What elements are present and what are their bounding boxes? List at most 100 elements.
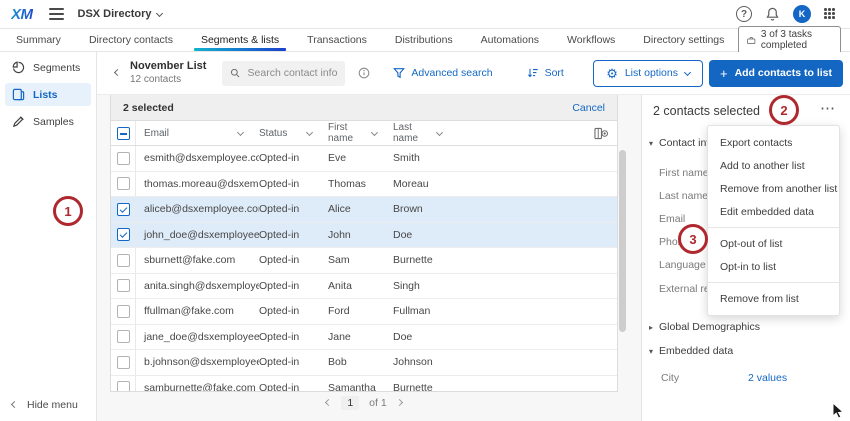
context-menu-item[interactable]: Opt-in to list [708,255,839,278]
row-checkbox[interactable] [117,254,130,267]
cell-status: Opted-in [259,203,328,215]
row-checkbox[interactable] [117,356,130,369]
vertical-scrollbar[interactable] [619,150,626,332]
hide-menu-label: Hide menu [27,399,78,411]
mouse-cursor [832,402,845,418]
app-grid-icon[interactable] [824,8,836,20]
table-row[interactable]: esmith@dsxemployee.com Opted-in Eve Smit… [111,146,617,172]
cell-first-name: Bob [328,356,393,368]
sort-button[interactable]: Sort [527,67,564,79]
chevron-down-icon[interactable] [237,128,244,135]
table-row[interactable]: b.johnson@dsxemployee.... Opted-in Bob J… [111,350,617,376]
nav-tab[interactable]: Distributions [381,29,467,51]
context-menu-item[interactable]: Export contacts [708,131,839,154]
hamburger-menu-icon[interactable] [49,8,64,20]
cell-status: Opted-in [259,178,328,190]
nav-tab[interactable]: Directory settings [629,29,738,51]
nav-tab[interactable]: Directory contacts [75,29,187,51]
table-row[interactable]: aliceb@dsxemployee.com Opted-in Alice Br… [111,197,617,223]
nav-tab[interactable]: Workflows [553,29,629,51]
context-menu-item[interactable]: Edit embedded data [708,200,839,223]
cell-email: ffullman@fake.com [136,305,259,317]
info-icon[interactable] [358,67,370,79]
row-checkbox[interactable] [117,152,130,165]
cancel-selection-button[interactable]: Cancel [572,102,605,114]
row-checkbox[interactable] [117,228,130,241]
list-options-label: List options [625,67,678,79]
global-demographics-section-toggle[interactable]: ▸ Global Demographics [649,321,760,333]
context-menu-item[interactable]: Add to another list [708,154,839,177]
cell-first-name: Anita [328,280,393,292]
gear-icon: ⚙ [606,67,618,80]
row-checkbox[interactable] [117,203,130,216]
table-row[interactable]: jane_doe@dsxemployee.... Opted-in Jane D… [111,325,617,351]
user-avatar[interactable]: K [793,5,811,23]
search-input[interactable]: Search contact info [222,61,345,86]
plus-icon: + [720,67,728,80]
table-row[interactable]: ffullman@fake.com Opted-in Ford Fullman [111,299,617,325]
cell-last-name: Moreau [393,178,458,190]
context-menu-item[interactable]: Remove from list [708,287,839,310]
add-contacts-button[interactable]: + Add contacts to list [709,60,843,87]
row-checkbox[interactable] [117,305,130,318]
cell-last-name: Doe [393,229,458,241]
hide-menu-button[interactable]: Hide menu [12,399,78,411]
nav-tab[interactable]: Summary [2,29,75,51]
back-button[interactable] [114,68,121,75]
previous-page-icon[interactable] [325,398,332,405]
cell-last-name: Burnette [393,382,458,392]
add-column-icon[interactable] [594,127,608,140]
row-checkbox[interactable] [117,279,130,292]
table-row[interactable]: samburnette@fake.com Opted-in Samantha B… [111,376,617,393]
column-header-last-name[interactable]: Last name [393,122,437,144]
cell-status: Opted-in [259,254,328,266]
panel-title: 2 contacts selected [653,104,760,118]
notifications-bell-icon[interactable] [765,6,780,22]
triangle-down-icon: ▾ [649,347,653,356]
sidebar-item-lists[interactable]: Lists [5,83,91,106]
list-options-button[interactable]: ⚙ List options [593,60,703,87]
table-row[interactable]: thomas.moreau@dsxempl... Opted-in Thomas… [111,172,617,198]
row-checkbox[interactable] [117,177,130,190]
next-page-icon[interactable] [396,398,403,405]
column-header-email[interactable]: Email [144,128,169,139]
table-row[interactable]: sburnett@fake.com Opted-in Sam Burnette [111,248,617,274]
contacts-table: 2 selected Cancel Email Status First nam… [110,95,618,392]
contact-info-section-toggle[interactable]: ▾ Contact info [649,137,715,149]
row-checkbox[interactable] [117,330,130,343]
annotation-circle-2: 2 [769,95,799,125]
table-row[interactable]: anita.singh@dsxemployee... Opted-in Anit… [111,274,617,300]
sidebar-item-segments[interactable]: Segments [5,56,91,79]
cell-last-name: Smith [393,152,458,164]
context-menu-item[interactable]: Opt-out of list [708,232,839,255]
cell-last-name: Fullman [393,305,458,317]
current-page[interactable]: 1 [341,396,359,410]
row-checkbox[interactable] [117,381,130,392]
xm-logo: XM [11,6,33,23]
chevron-down-icon[interactable] [371,129,378,136]
sidebar-item-label: Samples [33,116,74,128]
cell-email: esmith@dsxemployee.com [136,152,259,164]
sidebar-item-samples[interactable]: Samples [5,110,91,133]
chevron-down-icon[interactable] [436,129,443,136]
context-menu-item[interactable]: Remove from another list [708,177,839,200]
embedded-data-section-toggle[interactable]: ▾ Embedded data [649,345,733,357]
directory-selector[interactable]: DSX Directory [78,8,163,20]
help-icon[interactable]: ? [736,6,752,22]
column-header-first-name[interactable]: First name [328,122,372,144]
tasks-completed-badge[interactable]: 3 of 3 tasks completed [738,26,841,54]
nav-tab[interactable]: Transactions [293,29,381,51]
chevron-down-icon[interactable] [306,128,313,135]
more-options-icon[interactable]: ⋯ [820,99,836,117]
nav-tab[interactable]: Automations [467,29,553,51]
cell-email: sburnett@fake.com [136,254,259,266]
embedded-field-value-link[interactable]: 2 values [748,372,787,384]
cell-first-name: John [328,229,393,241]
cell-email: aliceb@dsxemployee.com [136,203,259,215]
cell-status: Opted-in [259,305,328,317]
advanced-search-button[interactable]: Advanced search [393,67,492,79]
column-header-status[interactable]: Status [259,128,287,139]
nav-tab[interactable]: Segments & lists [187,29,293,51]
table-row[interactable]: john_doe@dsxemployee.... Opted-in John D… [111,223,617,249]
select-all-checkbox[interactable] [117,127,130,140]
